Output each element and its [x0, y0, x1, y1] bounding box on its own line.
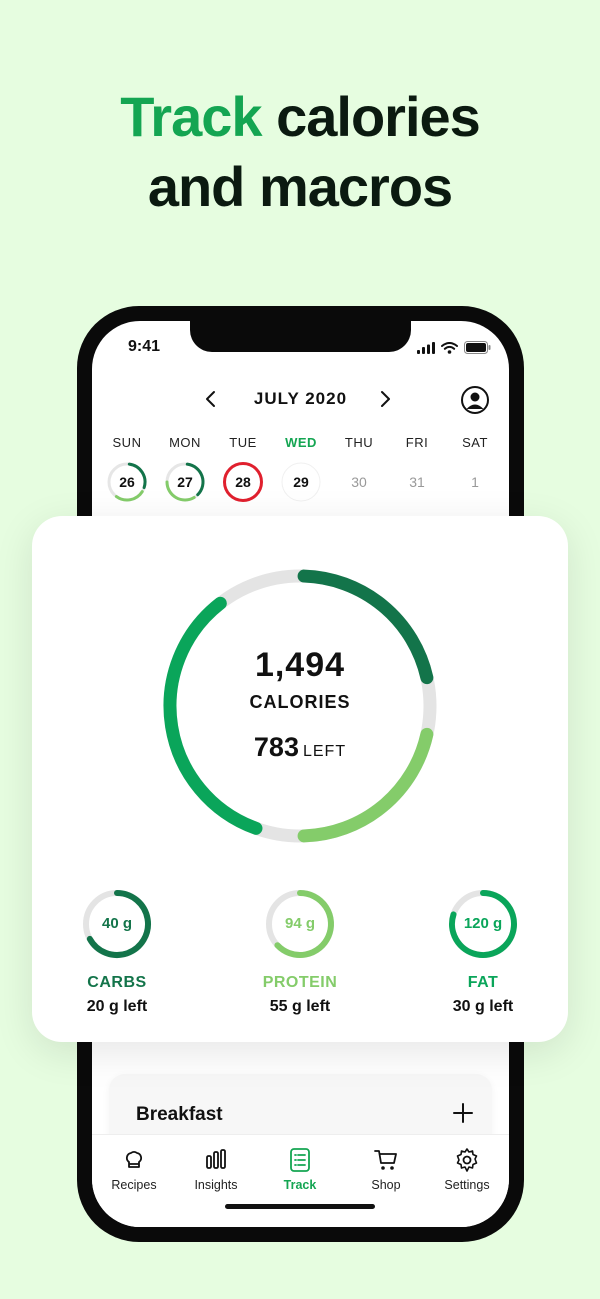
- tab-settings[interactable]: Settings: [427, 1147, 507, 1192]
- headline-line1: calories: [261, 85, 481, 148]
- tab-bar: Recipes Insights Track Shop Settings: [92, 1134, 509, 1227]
- calories-left-label: LEFT: [302, 743, 347, 760]
- bar-chart-icon: [206, 1149, 226, 1169]
- notch: [190, 321, 411, 352]
- month-label: JULY 2020: [253, 389, 348, 408]
- status-time: 9:41: [128, 338, 161, 355]
- tab-insights[interactable]: Insights: [176, 1147, 256, 1192]
- month-navigation: JULY 2020: [92, 385, 509, 415]
- battery-icon: [464, 341, 491, 354]
- macro-value: 40 g: [101, 915, 132, 932]
- tab-label: Track: [283, 1178, 317, 1192]
- profile-icon[interactable]: [460, 385, 490, 415]
- tab-label: Insights: [194, 1178, 238, 1192]
- tab-recipes[interactable]: Recipes: [94, 1147, 174, 1192]
- day-name: FRI: [405, 435, 429, 450]
- chevron-right-icon[interactable]: [374, 388, 396, 410]
- day-number: 29: [293, 474, 309, 490]
- macro-remaining: 20 g left: [86, 998, 148, 1015]
- day-number: 30: [351, 474, 367, 490]
- list-icon: [290, 1148, 310, 1172]
- macro-protein[interactable]: 94 g PROTEIN 55 g left: [215, 888, 385, 1016]
- macro-remaining: 55 g left: [269, 998, 331, 1015]
- day-name: THU: [344, 435, 374, 450]
- day-name: SAT: [462, 435, 488, 450]
- day-number: 31: [409, 474, 425, 490]
- add-food-icon[interactable]: [452, 1102, 474, 1124]
- macro-ring: 120 g: [447, 888, 519, 960]
- macro-ring: 94 g: [264, 888, 336, 960]
- headline-line2: and macros: [147, 155, 453, 218]
- tab-track[interactable]: Track: [260, 1147, 340, 1192]
- day-progress-ring: 28: [222, 461, 264, 503]
- macro-value: 94 g: [284, 915, 315, 932]
- day-number: 27: [177, 474, 193, 490]
- status-icons: [417, 341, 491, 354]
- day-name: WED: [285, 435, 317, 450]
- meal-title: Breakfast: [136, 1104, 223, 1125]
- calories-left-value: 783: [253, 732, 299, 762]
- day-progress-ring: 29: [280, 461, 322, 503]
- tab-label: Recipes: [111, 1178, 157, 1192]
- macro-name: CARBS: [87, 974, 147, 991]
- signal-icon: [417, 341, 435, 354]
- calorie-ring-fat: [163, 596, 263, 835]
- day-tue[interactable]: TUE 28: [218, 435, 268, 503]
- day-progress-ring: 1: [454, 461, 496, 503]
- day-thu[interactable]: THU 30: [334, 435, 384, 503]
- macro-ring: 40 g: [81, 888, 153, 960]
- day-sun[interactable]: SUN 26: [102, 435, 152, 503]
- macro-name: FAT: [467, 974, 499, 991]
- home-indicator: [225, 1204, 375, 1209]
- headline-accent: Track: [120, 85, 262, 148]
- cart-icon: [374, 1150, 397, 1170]
- calorie-summary-card[interactable]: 1,494 CALORIES 783 LEFT 40 g CARBS 20 g lef…: [32, 516, 568, 1042]
- day-number: 1: [471, 474, 479, 490]
- calories-consumed: 1,494: [254, 646, 346, 684]
- day-name: SUN: [112, 435, 142, 450]
- gear-icon: [456, 1148, 478, 1172]
- day-mon[interactable]: MON 27: [160, 435, 210, 503]
- macro-carbs[interactable]: 40 g CARBS 20 g left: [32, 888, 202, 1016]
- day-fri[interactable]: FRI 31: [392, 435, 442, 503]
- day-number: 26: [119, 474, 135, 490]
- macro-remaining: 30 g left: [452, 998, 514, 1015]
- chef-hat-icon: [126, 1150, 142, 1168]
- tab-label: Settings: [444, 1178, 490, 1192]
- headline: Track calories and macros: [0, 82, 600, 222]
- tab-label: Shop: [371, 1178, 401, 1192]
- day-wed[interactable]: WED 29: [276, 435, 326, 503]
- day-progress-ring: 26: [106, 461, 148, 503]
- day-name: TUE: [229, 435, 257, 450]
- day-name: MON: [169, 435, 201, 450]
- calories-left: 783 LEFT: [32, 732, 568, 763]
- day-number: 28: [235, 474, 251, 490]
- day-progress-ring: 30: [338, 461, 380, 503]
- day-progress-ring: 27: [164, 461, 206, 503]
- tab-shop[interactable]: Shop: [346, 1147, 426, 1192]
- macro-name: PROTEIN: [262, 974, 338, 991]
- macro-fat[interactable]: 120 g FAT 30 g left: [398, 888, 568, 1016]
- wifi-icon: [441, 341, 458, 354]
- day-progress-ring: 31: [396, 461, 438, 503]
- macro-value: 120 g: [463, 915, 503, 932]
- day-sat[interactable]: SAT 1: [450, 435, 500, 503]
- calories-label: CALORIES: [249, 692, 351, 712]
